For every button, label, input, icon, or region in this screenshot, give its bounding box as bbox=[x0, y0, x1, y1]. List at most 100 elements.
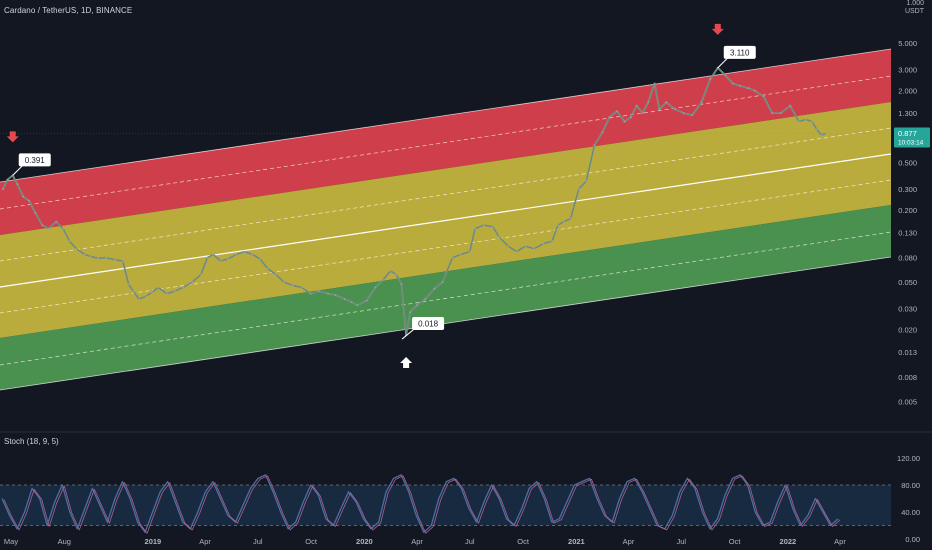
price-point bbox=[459, 253, 462, 256]
time-tick-label: 2021 bbox=[568, 537, 585, 546]
price-point bbox=[658, 108, 661, 111]
time-tick-label: Jul bbox=[677, 537, 687, 546]
price-point bbox=[674, 108, 676, 111]
price-point bbox=[798, 120, 800, 123]
price-point bbox=[492, 225, 494, 228]
stoch-tick-label: 80.00 bbox=[901, 481, 920, 490]
price-point bbox=[780, 112, 782, 114]
stoch-tick-label: 120.00 bbox=[897, 454, 920, 463]
price-point bbox=[55, 220, 58, 223]
price-point bbox=[623, 120, 626, 123]
price-point bbox=[121, 260, 124, 262]
price-point bbox=[562, 220, 565, 223]
price-point bbox=[497, 235, 500, 238]
price-point bbox=[83, 253, 86, 256]
callout-label: 3.110 bbox=[730, 48, 750, 57]
time-tick-label: Jul bbox=[465, 537, 475, 546]
price-point bbox=[468, 250, 471, 253]
price-tick-label: 1.300 bbox=[898, 109, 917, 118]
price-point bbox=[762, 95, 765, 98]
price-point bbox=[327, 292, 329, 295]
price-point bbox=[356, 304, 359, 307]
time-tick-label: 2019 bbox=[145, 537, 162, 546]
time-tick-label: Apr bbox=[199, 537, 211, 546]
price-point bbox=[771, 112, 774, 114]
price-point bbox=[653, 82, 656, 85]
price-point bbox=[551, 240, 553, 243]
price-point bbox=[424, 298, 427, 300]
price-point bbox=[724, 74, 727, 77]
time-tick-label: 2022 bbox=[780, 537, 797, 546]
price-point bbox=[165, 292, 168, 295]
axis-bg bbox=[891, 0, 932, 550]
price-point bbox=[630, 116, 632, 119]
price-point bbox=[34, 211, 37, 214]
time-tick-label: Aug bbox=[58, 537, 71, 546]
price-tick-label: 0.005 bbox=[898, 398, 917, 407]
price-point bbox=[2, 188, 4, 191]
price-point bbox=[127, 283, 130, 286]
price-point bbox=[738, 84, 741, 87]
price-tick-label: 5.000 bbox=[898, 39, 917, 48]
price-point bbox=[365, 299, 368, 302]
price-axis: 5.0003.0002.0001.3000.8000.5000.3000.200… bbox=[891, 0, 932, 550]
price-point bbox=[616, 110, 618, 112]
price-point bbox=[557, 224, 559, 227]
price-tick-label: 0.008 bbox=[898, 373, 917, 382]
price-point bbox=[243, 250, 246, 253]
stoch-tick-label: 40.00 bbox=[901, 508, 920, 517]
price-tick-label: 0.013 bbox=[898, 348, 917, 357]
currency-unit: USDT bbox=[904, 8, 924, 15]
time-tick-label: May bbox=[4, 537, 18, 546]
time-tick-label: Oct bbox=[305, 537, 318, 546]
price-point bbox=[433, 287, 436, 290]
price-point bbox=[41, 224, 44, 227]
price-point bbox=[811, 120, 814, 123]
price-point bbox=[206, 256, 209, 259]
stoch-tick-label: 0.00 bbox=[905, 535, 920, 544]
price-point bbox=[585, 180, 588, 183]
price-tick-label: 3.000 bbox=[898, 66, 917, 75]
price-point bbox=[441, 281, 444, 283]
price-point bbox=[789, 104, 792, 107]
price-point bbox=[820, 134, 823, 137]
price-tick-label: 0.020 bbox=[898, 326, 917, 335]
price-tick-label: 0.130 bbox=[898, 229, 917, 238]
price-point bbox=[226, 258, 229, 260]
price-point bbox=[608, 116, 611, 119]
price-point bbox=[382, 279, 384, 281]
price-tick-label: 0.500 bbox=[898, 159, 917, 168]
price-point bbox=[507, 245, 509, 248]
price-point bbox=[318, 290, 321, 292]
price-point bbox=[16, 183, 19, 186]
symbol-title: Cardano / TetherUS, 1D, BINANCE bbox=[4, 6, 133, 15]
time-tick-label: 2020 bbox=[356, 537, 373, 546]
price-point bbox=[283, 281, 285, 283]
price-badge-value: 0.877 bbox=[898, 129, 917, 138]
price-point bbox=[200, 273, 202, 276]
price-point bbox=[274, 273, 277, 276]
price-point bbox=[75, 247, 78, 250]
price-point bbox=[416, 304, 418, 307]
price-point bbox=[343, 298, 346, 300]
price-point bbox=[747, 87, 750, 90]
price-point bbox=[105, 256, 107, 259]
price-point bbox=[482, 224, 485, 227]
callout-label: 0.391 bbox=[25, 156, 46, 165]
price-point bbox=[266, 267, 269, 270]
price-point bbox=[191, 281, 194, 283]
price-point bbox=[542, 242, 545, 245]
currency-top: 1.000 bbox=[906, 0, 924, 7]
price-point bbox=[22, 195, 25, 198]
price-point bbox=[132, 290, 135, 292]
price-point bbox=[753, 89, 756, 92]
price-point bbox=[47, 227, 50, 230]
price-point bbox=[300, 286, 303, 289]
price-point bbox=[515, 250, 518, 253]
price-point bbox=[28, 199, 30, 202]
price-point bbox=[665, 101, 668, 104]
price-point bbox=[259, 258, 261, 260]
price-point bbox=[804, 118, 807, 121]
stoch-title: Stoch (18, 9, 5) bbox=[4, 437, 59, 446]
price-point bbox=[524, 245, 527, 248]
